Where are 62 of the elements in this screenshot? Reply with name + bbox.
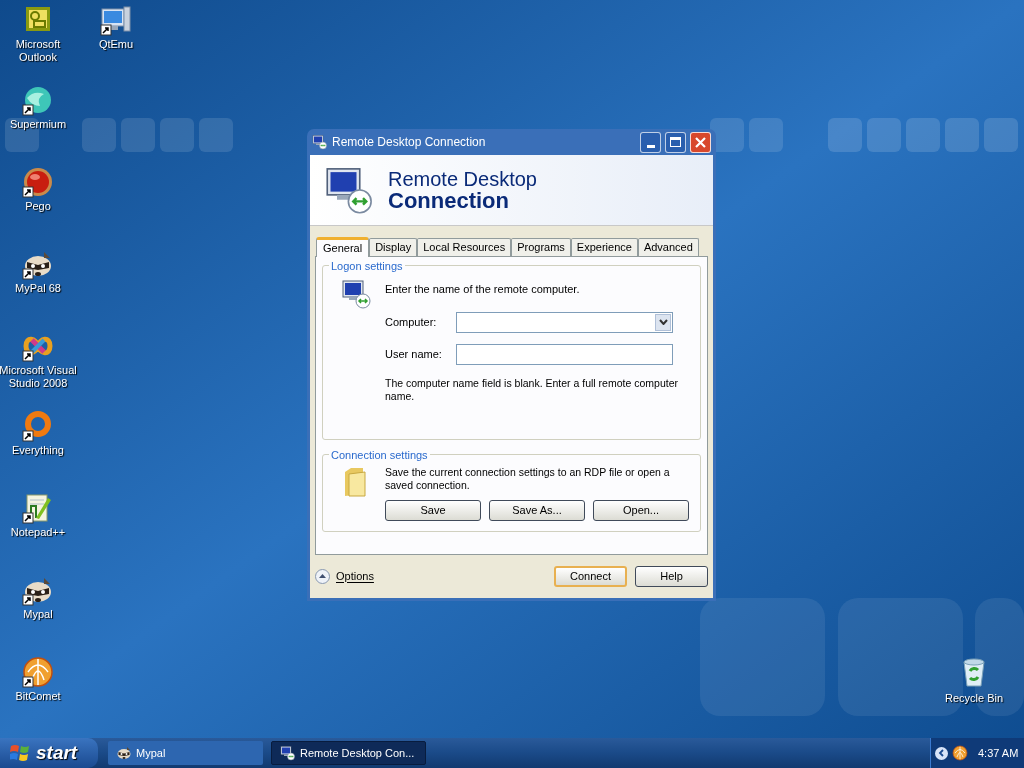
field-label: User name: bbox=[385, 346, 443, 362]
wallpaper-tile bbox=[710, 118, 744, 152]
wallpaper-tile bbox=[828, 118, 862, 152]
taskbar-button[interactable]: Remote Desktop Con... bbox=[271, 741, 426, 765]
taskbar-button[interactable]: Mypal bbox=[108, 741, 263, 765]
chevron-down-icon bbox=[658, 319, 668, 325]
dialog-button[interactable]: Save As... bbox=[489, 500, 585, 521]
icon-label[interactable]: Notepad++ bbox=[10, 526, 66, 539]
dialog-button[interactable]: Connect bbox=[554, 565, 627, 587]
tab[interactable]: Advanced bbox=[637, 238, 699, 256]
dialog-button[interactable]: Open... bbox=[593, 500, 689, 521]
wallpaper-tile bbox=[984, 118, 1018, 152]
close-icon bbox=[695, 136, 706, 148]
tab[interactable]: General bbox=[316, 237, 370, 257]
maximize-button[interactable] bbox=[665, 131, 686, 153]
window-title: Remote Desktop Connection bbox=[332, 134, 487, 151]
icon-label[interactable]: QtEmu bbox=[98, 38, 134, 51]
tab[interactable]: Local Resources bbox=[417, 238, 512, 256]
description-text: Save the current connection settings to an RDP file or open a saved connection. bbox=[385, 466, 671, 492]
wallpaper-tile bbox=[160, 118, 194, 152]
icon-label[interactable]: Pego bbox=[25, 200, 51, 213]
wallpaper-tile bbox=[867, 118, 901, 152]
tab[interactable]: Programs bbox=[511, 238, 571, 256]
computer-icon bbox=[312, 134, 328, 150]
windows-logo-icon bbox=[10, 744, 30, 762]
tab[interactable]: Experience bbox=[570, 238, 638, 256]
icon-label[interactable]: BitComet bbox=[15, 690, 61, 703]
computer-icon bbox=[280, 745, 296, 761]
wallpaper-tile bbox=[906, 118, 940, 152]
tab[interactable]: Display bbox=[369, 238, 418, 256]
dialog-button[interactable]: Help bbox=[635, 565, 708, 587]
wallpaper-tile bbox=[199, 118, 233, 152]
wallpaper-tile bbox=[945, 118, 979, 152]
wallpaper-tile bbox=[82, 118, 116, 152]
banner-title: Connection bbox=[388, 190, 509, 212]
icon-label[interactable]: Microsoft Visual Studio 2008 bbox=[0, 364, 80, 390]
icon-label[interactable]: MyPal 68 bbox=[15, 282, 61, 295]
wallpaper-tile bbox=[749, 118, 783, 152]
icon-label[interactable]: Mypal bbox=[23, 608, 53, 621]
expand-icon bbox=[315, 568, 330, 584]
hint-text: The computer name field is blank. Enter a full remote computer name. bbox=[385, 376, 679, 403]
instruction-text: Enter the name of the remote computer. bbox=[385, 282, 581, 297]
options-button[interactable]: Options bbox=[315, 567, 374, 585]
minimize-button[interactable] bbox=[640, 131, 661, 153]
icon-label[interactable]: Microsoft Outlook bbox=[0, 38, 80, 64]
dialog-button[interactable]: Save bbox=[385, 500, 481, 521]
dropdown-button[interactable] bbox=[655, 313, 671, 331]
field-label: Computer: bbox=[385, 314, 438, 330]
icon-label[interactable]: Recycle Bin bbox=[944, 692, 1004, 705]
chevron-left-icon bbox=[938, 749, 945, 757]
sphere-icon bbox=[952, 745, 968, 761]
raccoon-icon bbox=[116, 745, 132, 761]
user-name-field[interactable] bbox=[456, 343, 673, 365]
icon-label[interactable]: Everything bbox=[12, 444, 64, 457]
close-button[interactable] bbox=[690, 131, 711, 153]
show-hidden-icons-button[interactable] bbox=[935, 746, 948, 760]
icon-label[interactable]: Supermium bbox=[9, 118, 67, 131]
clock: 4:37 AM bbox=[978, 745, 1019, 761]
wallpaper-tile bbox=[121, 118, 155, 152]
start-button[interactable]: start bbox=[0, 738, 98, 768]
banner-title: Remote Desktop bbox=[388, 168, 537, 190]
computer-icon bbox=[341, 278, 373, 310]
